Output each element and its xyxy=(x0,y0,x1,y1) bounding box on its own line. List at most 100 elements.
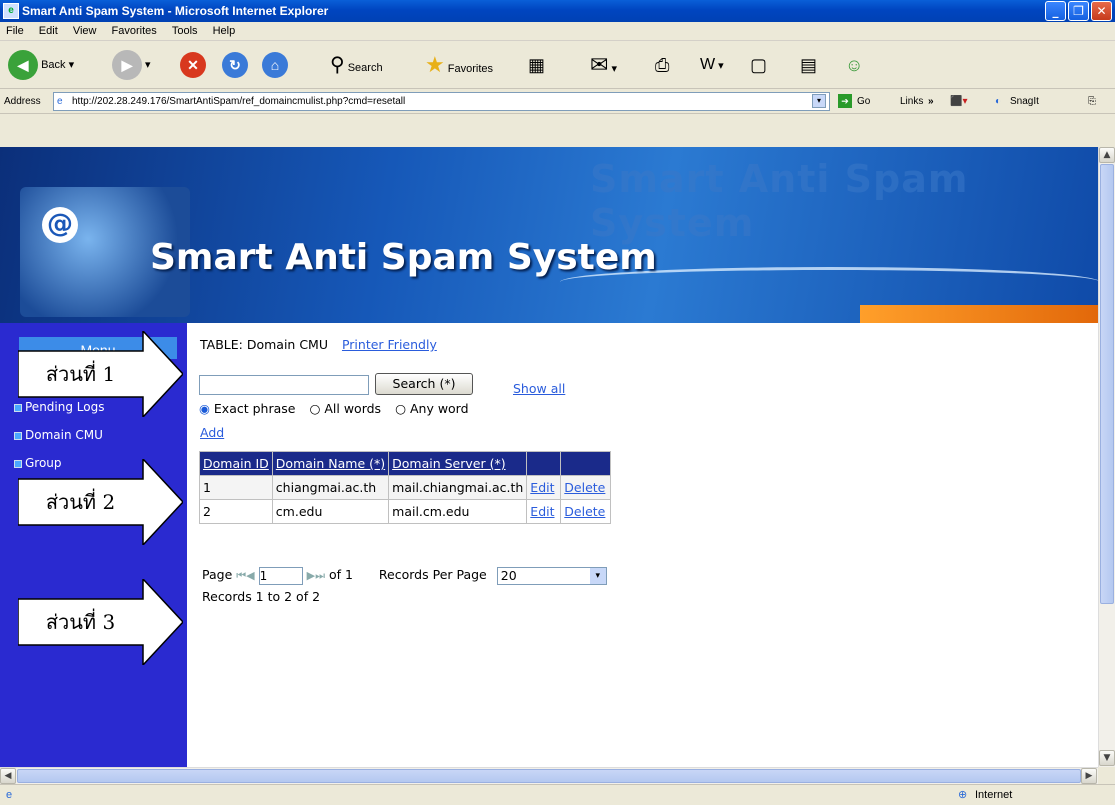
links-button[interactable]: Links xyxy=(900,89,923,114)
delete-link[interactable]: Delete xyxy=(560,499,612,524)
research-button[interactable]: ▤ xyxy=(800,47,817,83)
records-per-page-select[interactable]: 20 ▾ xyxy=(496,566,607,585)
printer-friendly-link[interactable]: Printer Friendly xyxy=(342,337,437,352)
back-button[interactable]: ◀ Back ▾ xyxy=(8,47,74,83)
messenger-icon: ☺ xyxy=(845,55,864,75)
scroll-h-thumb[interactable] xyxy=(17,769,1081,783)
refresh-icon: ↻ xyxy=(222,52,248,79)
forward-button[interactable]: ▶ ▾ xyxy=(112,47,151,83)
menu-file[interactable]: File xyxy=(6,25,24,37)
menu-edit[interactable]: Edit xyxy=(39,25,58,37)
search-button[interactable]: ⚲ Search xyxy=(330,47,383,83)
page-of-label: of 1 xyxy=(328,567,353,582)
show-all-link[interactable]: Show all xyxy=(513,381,565,396)
radio-any-word[interactable]: ○ Any word xyxy=(395,401,468,416)
toolbar: ◀ Back ▾ ▶ ▾ ✕ ↻ ⌂ ⚲ Search ★ Favorites … xyxy=(0,41,1115,89)
address-bar: Address e http://202.28.249.176/SmartAnt… xyxy=(0,89,1115,114)
home-icon: ⌂ xyxy=(262,52,288,79)
minimize-button[interactable]: _ xyxy=(1045,1,1066,21)
menu-tools[interactable]: Tools xyxy=(172,25,198,37)
pdf-icon[interactable]: ⬛▾ xyxy=(950,89,967,114)
next-page-icon[interactable]: ▶ xyxy=(307,569,315,582)
address-dropdown[interactable]: ▾ xyxy=(812,94,826,108)
cell-domain-server: mail.cm.edu xyxy=(388,499,528,524)
vertical-scrollbar[interactable]: ▲ ▼ xyxy=(1098,147,1115,767)
scroll-up-icon[interactable]: ▲ xyxy=(1099,147,1115,163)
page-label: Page xyxy=(202,567,233,582)
radio-all-words[interactable]: ○ All words xyxy=(309,401,381,416)
last-page-icon[interactable]: ⏭ xyxy=(315,569,325,582)
radio-exact-phrase[interactable]: ◉ Exact phrase xyxy=(199,401,295,416)
radio-icon: ○ xyxy=(395,401,406,416)
horizontal-scrollbar[interactable]: ◀ ▶ xyxy=(0,767,1098,784)
annotation-label-part2: ส่วนที่ 2 xyxy=(45,490,116,514)
banner-watermark-text: Smart Anti Spam System xyxy=(590,157,969,245)
restore-button[interactable]: ❐ xyxy=(1068,1,1089,21)
research-icon: ▤ xyxy=(800,55,818,75)
header-domain-name[interactable]: Domain Name (*) xyxy=(271,451,390,476)
stop-button[interactable]: ✕ xyxy=(180,47,206,83)
menu-view[interactable]: View xyxy=(73,25,97,37)
scroll-down-icon[interactable]: ▼ xyxy=(1099,750,1115,766)
links-chevron-icon[interactable]: » xyxy=(928,89,934,114)
refresh-button[interactable]: ↻ xyxy=(222,47,248,83)
cell-domain-name: cm.edu xyxy=(271,499,390,524)
search-input[interactable] xyxy=(199,375,369,395)
cell-domain-server: mail.chiangmai.ac.th xyxy=(388,475,528,500)
scroll-right-icon[interactable]: ▶ xyxy=(1081,768,1097,784)
add-link[interactable]: Add xyxy=(200,425,224,440)
messenger-button[interactable]: ☺ xyxy=(845,47,863,83)
table-row: 2 cm.edu mail.cm.edu Edit Delete xyxy=(199,499,612,524)
search-submit-button[interactable]: Search (*) xyxy=(375,373,473,395)
close-button[interactable]: ✕ xyxy=(1091,1,1112,21)
edit-link[interactable]: Edit xyxy=(526,499,562,524)
annotation-label-part3: ส่วนที่ 3 xyxy=(45,610,116,634)
records-per-page-label: Records Per Page xyxy=(378,567,487,582)
header-delete xyxy=(560,451,612,476)
cell-domain-id: 2 xyxy=(199,499,273,524)
pager: Page ⏮◀ ▶⏭ of 1 Records Per Page 20 ▾ xyxy=(202,565,607,586)
status-bar: e ⊕ Internet xyxy=(0,784,1115,805)
chevron-down-icon: ▾ xyxy=(589,567,606,584)
address-field[interactable]: e http://202.28.249.176/SmartAntiSpam/re… xyxy=(53,92,830,111)
radio-selected-icon: ◉ xyxy=(199,401,210,416)
browser-window: e Smart Anti Spam System - Microsoft Int… xyxy=(0,0,1115,805)
word-icon: W xyxy=(700,56,716,73)
address-label: Address xyxy=(4,96,41,107)
snagit-icon[interactable]: ◐ xyxy=(995,89,1001,114)
ie-icon: e xyxy=(3,3,19,19)
banner-orange-stripe xyxy=(860,305,1098,323)
go-button[interactable]: Go xyxy=(857,89,870,114)
delete-link[interactable]: Delete xyxy=(560,475,612,500)
bullet-icon xyxy=(14,431,22,440)
edit-link[interactable]: Edit xyxy=(526,475,562,500)
title-bar: e Smart Anti Spam System - Microsoft Int… xyxy=(0,0,1115,22)
history-button[interactable]: ▦ xyxy=(528,47,545,83)
menu-help[interactable]: Help xyxy=(213,25,236,37)
prev-page-icon[interactable]: ◀ xyxy=(246,569,254,582)
domain-table: Domain ID Domain Name (*) Domain Server … xyxy=(199,451,612,524)
go-arrow-icon[interactable]: ➔ xyxy=(838,94,852,108)
annotation-arrow-part2: ส่วนที่ 2 xyxy=(18,459,183,545)
header-domain-server[interactable]: Domain Server (*) xyxy=(388,451,528,476)
print-button[interactable]: ⎙ xyxy=(655,47,669,83)
address-url: http://202.28.249.176/SmartAntiSpam/ref_… xyxy=(72,96,406,107)
home-button[interactable]: ⌂ xyxy=(262,47,288,83)
snagit-capture-icon[interactable]: ⎘ xyxy=(1088,89,1096,114)
menu-favorites[interactable]: Favorites xyxy=(112,25,157,37)
scroll-left-icon[interactable]: ◀ xyxy=(0,768,16,784)
first-page-icon[interactable]: ⏮ xyxy=(236,569,246,582)
search-icon: ⚲ xyxy=(330,54,345,76)
forward-arrow-icon: ▶ xyxy=(112,50,142,81)
page-number-input[interactable] xyxy=(258,566,303,585)
scroll-thumb[interactable] xyxy=(1100,164,1114,604)
menu-bar: File Edit View Favorites Tools Help xyxy=(0,22,1115,41)
sidebar-item-domain-cmu[interactable]: Domain CMU xyxy=(14,425,103,445)
discuss-button[interactable]: ▢ xyxy=(750,47,767,83)
star-icon: ★ xyxy=(425,52,445,77)
mail-button[interactable]: ✉ ▾ xyxy=(590,47,617,83)
snagit-button[interactable]: SnagIt xyxy=(1010,89,1039,114)
favorites-button[interactable]: ★ Favorites xyxy=(425,47,493,83)
header-domain-id[interactable]: Domain ID xyxy=(199,451,273,476)
word-button[interactable]: W ▾ xyxy=(700,47,724,83)
